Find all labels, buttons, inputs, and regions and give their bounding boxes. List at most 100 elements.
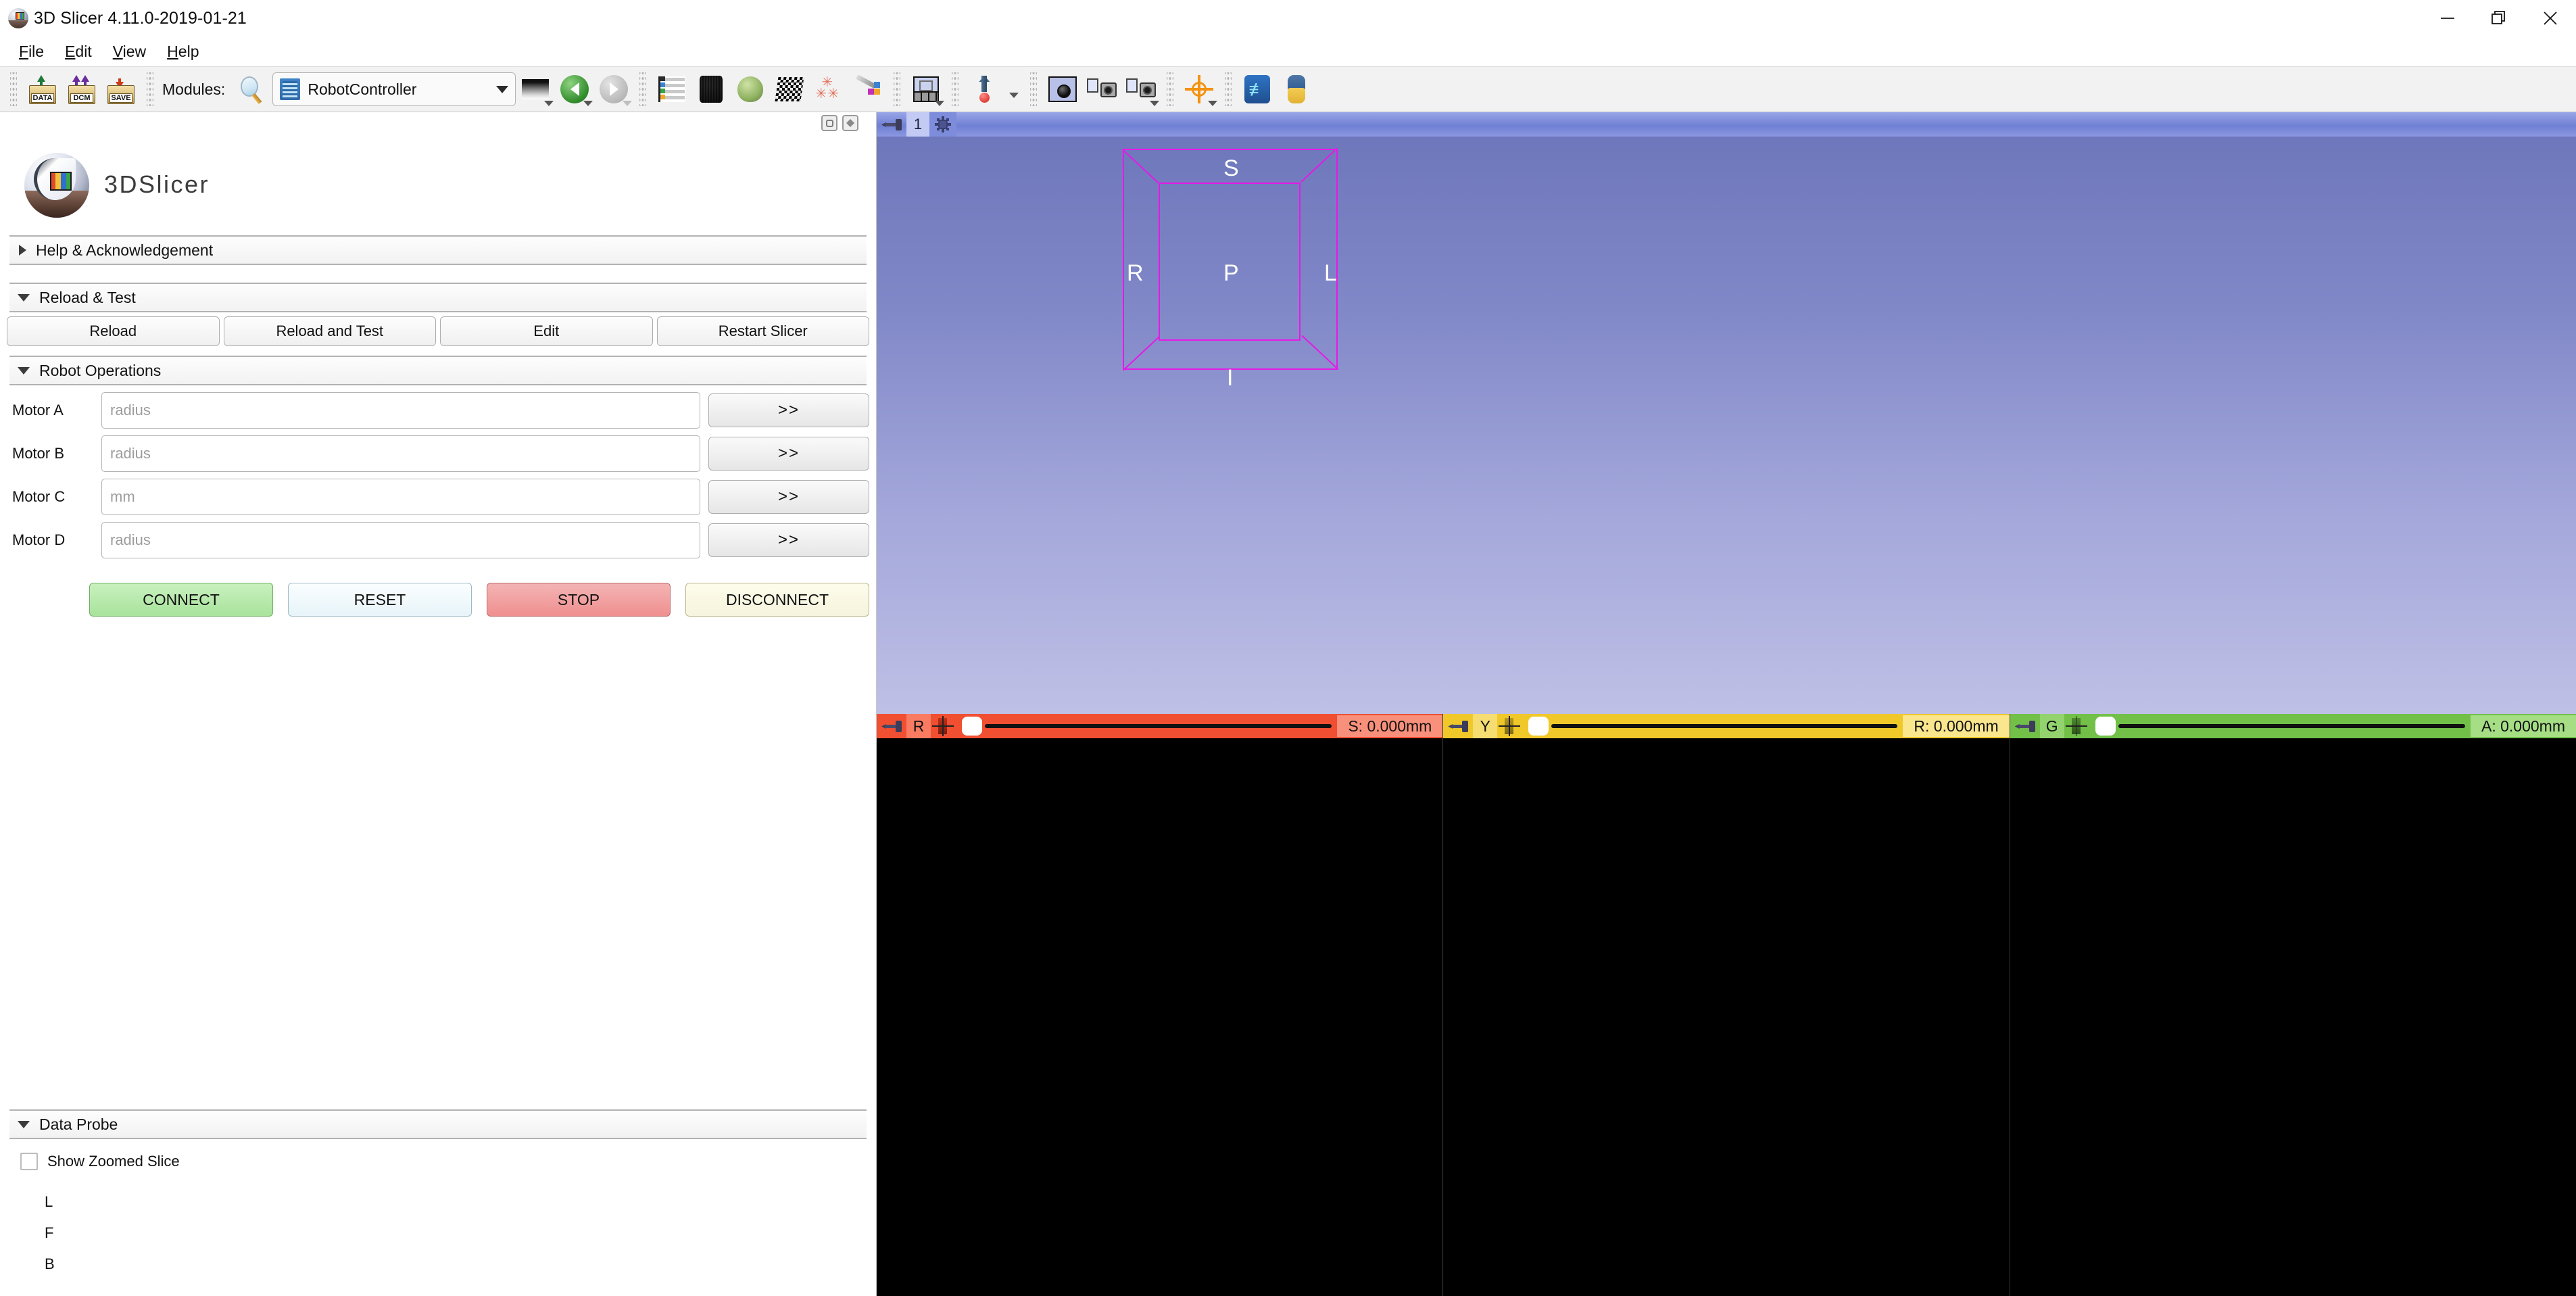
red-slice-offset-value: S: 0.000mm	[1337, 715, 1442, 737]
motor-b-input[interactable]	[101, 435, 700, 472]
reload-and-test-button[interactable]: Reload and Test	[224, 316, 437, 346]
yellow-slice-slider[interactable]	[1527, 716, 1900, 736]
slice-views-row: R S: 0.000mm	[877, 714, 2576, 1296]
transform-icon[interactable]	[770, 70, 809, 109]
menu-file-rest: ile	[28, 43, 44, 60]
screenshot-icon[interactable]	[1043, 70, 1082, 109]
save-data-button[interactable]: SAVE	[101, 70, 141, 109]
chevron-right-icon	[19, 245, 26, 256]
extensions-icon[interactable]: ≢	[1238, 70, 1277, 109]
motor-d-input[interactable]	[101, 522, 700, 558]
restore-icon[interactable]	[2473, 0, 2525, 37]
close-panel-icon[interactable]	[842, 115, 858, 131]
module-selector-combobox[interactable]: RobotController	[272, 72, 516, 106]
yellow-slice-canvas[interactable]	[1443, 738, 2009, 1296]
chevron-down-icon	[18, 367, 30, 375]
volume-rendering-icon[interactable]	[691, 70, 731, 109]
section-help-acknowledgement[interactable]: Help & Acknowledgement	[9, 235, 867, 265]
yellow-slice-view: Y R: 0.000mm	[1442, 714, 2009, 1296]
pin-icon[interactable]	[881, 717, 906, 736]
motor-b-go-button[interactable]: >>	[708, 437, 869, 471]
green-slice-slider[interactable]	[2094, 716, 2468, 736]
yellow-slice-letter[interactable]: Y	[1473, 714, 1497, 738]
main-toolbar: DATA DCM SAVE Modules:	[0, 66, 2576, 112]
motor-d-go-button[interactable]: >>	[708, 523, 869, 557]
toolbar-separator	[894, 72, 900, 106]
motor-b-row: Motor B >>	[0, 429, 876, 472]
main-body: 3DSlicer Help & Acknowledgement Reload &…	[0, 112, 2576, 1296]
toolbar-separator	[1030, 72, 1037, 106]
close-icon[interactable]	[2525, 0, 2576, 37]
orientation-label-left: L	[1324, 260, 1337, 287]
menu-file-mnemonic: F	[19, 43, 28, 60]
load-data-label: DATA	[31, 93, 54, 103]
menu-view[interactable]: View	[105, 41, 154, 62]
window-level-icon[interactable]	[516, 70, 555, 109]
markups-pen-icon[interactable]	[848, 70, 888, 109]
toolbar-separator	[639, 72, 646, 106]
red-slice-slider[interactable]	[961, 716, 1334, 736]
slicer-branding: 3DSlicer	[0, 134, 876, 235]
menu-file[interactable]: File	[11, 41, 52, 62]
pin-icon[interactable]	[881, 115, 906, 134]
window-title: 3D Slicer 4.11.0-2019-01-21	[34, 9, 247, 28]
registration-icon[interactable]: ✳✳✳	[809, 70, 848, 109]
python-console-icon[interactable]	[1277, 70, 1316, 109]
module-selector-value: RobotController	[308, 80, 496, 99]
red-slice-canvas[interactable]	[877, 738, 1442, 1296]
red-slice-letter[interactable]: R	[906, 714, 931, 738]
slicer-logo-icon	[15, 145, 95, 224]
motor-a-go-button[interactable]: >>	[708, 393, 869, 427]
green-slice-canvas[interactable]	[2010, 738, 2576, 1296]
module-previous-icon[interactable]	[555, 70, 594, 109]
motor-a-row: Motor A >>	[0, 385, 876, 429]
three-d-render-view[interactable]: S R P L I	[877, 137, 2576, 714]
menu-help[interactable]: Help	[159, 41, 207, 62]
section-reload-test[interactable]: Reload & Test	[9, 283, 867, 312]
green-slice-letter[interactable]: G	[2040, 714, 2064, 738]
connect-button[interactable]: CONNECT	[89, 583, 273, 617]
reset-button[interactable]: RESET	[288, 583, 472, 617]
layout-icon[interactable]	[906, 70, 946, 109]
section-data-probe[interactable]: Data Probe	[9, 1109, 867, 1139]
slicer-logo-text: 3DSlicer	[104, 170, 210, 199]
motor-c-go-button[interactable]: >>	[708, 480, 869, 514]
disconnect-button[interactable]: DISCONNECT	[685, 583, 869, 617]
magnifier-icon[interactable]	[233, 70, 272, 109]
stop-button[interactable]: STOP	[487, 583, 671, 617]
yellow-visibility-icon[interactable]	[1497, 716, 1522, 736]
module-next-icon[interactable]	[594, 70, 633, 109]
show-zoomed-slice-row[interactable]: Show Zoomed Slice	[20, 1153, 876, 1170]
scene-views-icon[interactable]	[1082, 70, 1121, 109]
pin-icon[interactable]	[1447, 717, 1473, 736]
show-zoomed-slice-checkbox[interactable]	[20, 1153, 38, 1170]
menu-help-mnemonic: H	[167, 43, 178, 60]
reload-button[interactable]: Reload	[7, 316, 220, 346]
red-visibility-icon[interactable]	[931, 716, 955, 736]
markup-point-icon[interactable]	[965, 70, 1004, 109]
three-d-view-label[interactable]: 1	[906, 112, 929, 137]
load-dicom-button[interactable]: DCM	[62, 70, 101, 109]
view-settings-icon[interactable]	[929, 112, 956, 137]
section-robot-operations[interactable]: Robot Operations	[9, 356, 867, 385]
modules-list-icon[interactable]	[652, 70, 691, 109]
menu-bar: File Edit View Help	[0, 37, 2576, 66]
pin-icon[interactable]	[2014, 717, 2040, 736]
restart-slicer-button[interactable]: Restart Slicer	[657, 316, 870, 346]
view-area: 1	[877, 112, 2576, 1296]
motor-a-input[interactable]	[101, 392, 700, 429]
green-visibility-icon[interactable]	[2064, 716, 2089, 736]
show-zoomed-slice-label: Show Zoomed Slice	[47, 1153, 180, 1170]
crosshair-icon[interactable]	[1180, 70, 1219, 109]
edit-button[interactable]: Edit	[440, 316, 653, 346]
capture-icon[interactable]	[1121, 70, 1161, 109]
yellow-slice-offset-value: R: 0.000mm	[1903, 715, 2009, 737]
motor-c-input[interactable]	[101, 479, 700, 515]
minimize-icon[interactable]	[2422, 0, 2473, 37]
segmentation-icon[interactable]	[731, 70, 770, 109]
chevron-down-icon	[18, 1121, 30, 1128]
markup-dropdown-icon[interactable]	[1004, 70, 1024, 109]
menu-edit[interactable]: Edit	[57, 41, 100, 62]
undock-icon[interactable]	[821, 115, 837, 131]
load-data-button[interactable]: DATA	[23, 70, 62, 109]
